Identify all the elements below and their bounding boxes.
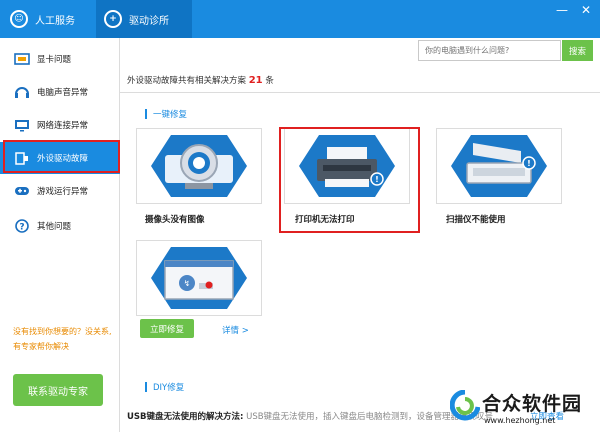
tab-driver-clinic[interactable]: + 驱动诊所 bbox=[96, 0, 192, 38]
sidebar: 显卡问题 电脑声音异常 网络连接异常 外设驱动故障 游戏运行异常 ? 其他问题 … bbox=[0, 38, 120, 432]
sidebar-item-label: 其他问题 bbox=[37, 222, 72, 232]
card-scanner[interactable]: ! bbox=[436, 128, 562, 204]
sidebar-item-label: 游戏运行异常 bbox=[37, 187, 89, 197]
summary-suffix: 条 bbox=[265, 76, 274, 86]
search-button[interactable]: 搜索 bbox=[562, 40, 593, 61]
highlight-box-printer bbox=[279, 127, 420, 233]
svg-text:?: ? bbox=[19, 223, 24, 233]
site-watermark: 合众软件园 www.hezhong.net bbox=[448, 386, 598, 430]
sidebar-item-sound[interactable]: 电脑声音异常 bbox=[0, 76, 120, 108]
tab-human-service[interactable]: ☺ 人工服务 bbox=[0, 0, 96, 38]
sidebar-item-label: 网络连接异常 bbox=[37, 121, 89, 131]
usb-solution-title: USB键盘无法使用的解决方法: bbox=[127, 412, 244, 422]
summary-prefix: 外设驱动故障共有相关解决方案 bbox=[127, 76, 247, 86]
question-icon: ? bbox=[14, 219, 30, 233]
sidebar-item-network[interactable]: 网络连接异常 bbox=[0, 109, 120, 141]
gpu-icon bbox=[14, 52, 30, 66]
monitor-network-icon bbox=[14, 119, 30, 132]
usb-window-icon: ↯ bbox=[151, 245, 247, 311]
solution-summary: 外设驱动故障共有相关解决方案 21 条 bbox=[127, 74, 274, 86]
svg-text:!: ! bbox=[527, 159, 531, 168]
card-label: 摄像头没有图像 bbox=[145, 215, 205, 225]
search-input[interactable] bbox=[418, 40, 561, 61]
card-label: 扫描仪不能使用 bbox=[446, 215, 506, 225]
close-icon[interactable]: ✕ bbox=[580, 4, 592, 16]
section-title-text: DIY修复 bbox=[153, 383, 185, 393]
card-webcam[interactable] bbox=[136, 128, 262, 204]
sidebar-item-label: 电脑声音异常 bbox=[37, 88, 89, 98]
title-bar: ☺ 人工服务 + 驱动诊所 — ✕ bbox=[0, 0, 600, 38]
fix-now-button[interactable]: 立即修复 bbox=[140, 319, 194, 338]
section-title-text: 一键修复 bbox=[153, 110, 188, 120]
section-title-diy: DIY修复 bbox=[145, 381, 184, 393]
card-usb[interactable]: ↯ bbox=[136, 240, 262, 316]
svg-text:↯: ↯ bbox=[184, 279, 191, 288]
watermark-title: 合众软件园 bbox=[482, 393, 583, 415]
sidebar-item-other[interactable]: ? 其他问题 bbox=[0, 210, 120, 242]
gamepad-icon bbox=[14, 185, 30, 198]
contact-expert-button[interactable]: 联系驱动专家 bbox=[13, 374, 103, 406]
sidebar-item-gpu[interactable]: 显卡问题 bbox=[0, 43, 120, 75]
minimize-icon[interactable]: — bbox=[556, 4, 568, 16]
window-controls: — ✕ bbox=[556, 4, 592, 16]
tab-label: 人工服务 bbox=[35, 15, 75, 27]
highlight-box-sidebar bbox=[3, 140, 120, 173]
clinic-icon: + bbox=[104, 10, 122, 28]
details-link[interactable]: 详情 > bbox=[222, 324, 249, 336]
scanner-icon: ! bbox=[451, 133, 547, 199]
sidebar-item-label: 显卡问题 bbox=[37, 55, 72, 65]
sidebar-item-game[interactable]: 游戏运行异常 bbox=[0, 175, 120, 207]
support-icon: ☺ bbox=[10, 10, 28, 28]
watermark-url: www.hezhong.net bbox=[484, 416, 556, 425]
webcam-icon bbox=[151, 133, 247, 199]
section-title-oneclick: 一键修复 bbox=[145, 108, 187, 120]
solution-count: 21 bbox=[248, 75, 263, 86]
help-text: 没有找到你想要的？没关系,有专家帮你解决 bbox=[13, 327, 112, 351]
watermark-logo-icon bbox=[450, 390, 480, 421]
sound-icon bbox=[14, 86, 30, 99]
tab-label: 驱动诊所 bbox=[129, 15, 169, 27]
